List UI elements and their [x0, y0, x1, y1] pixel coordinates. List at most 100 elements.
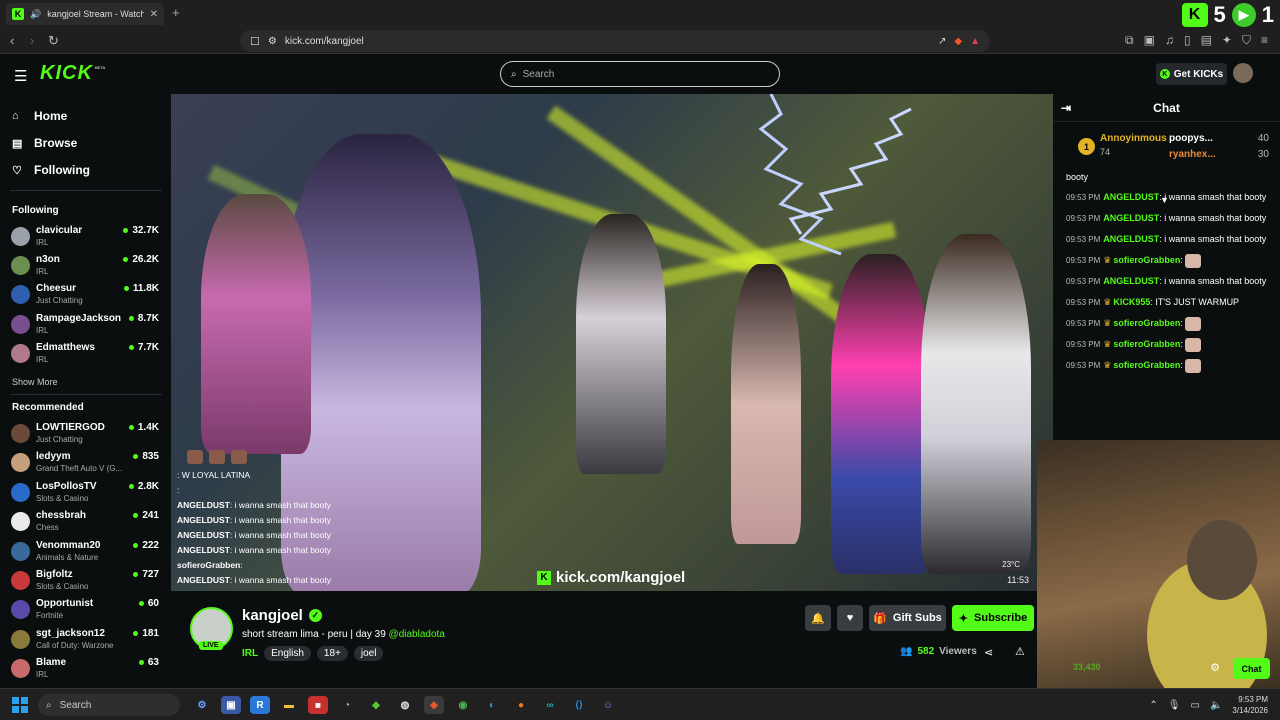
category-link[interactable]: IRL — [242, 648, 258, 659]
message-user[interactable]: sofieroGrabben — [1113, 318, 1180, 328]
leo-icon[interactable]: ✦ — [1222, 33, 1232, 48]
speaker-icon[interactable]: 🔊 — [30, 9, 41, 20]
sidebar-channel-clavicular[interactable]: clavicular IRL 32.7K — [11, 224, 161, 252]
music-icon[interactable]: ♫ — [1165, 33, 1174, 48]
extensions-icon[interactable]: ⧉ — [1125, 33, 1134, 48]
report-icon[interactable]: ⚠ — [1015, 645, 1025, 658]
tab-close-icon[interactable]: ✕ — [150, 9, 158, 20]
windows-start-icon[interactable] — [12, 697, 28, 713]
sidebar-channel-lospollostv[interactable]: LosPollosTV Slots & Casino 2.8K — [11, 480, 161, 508]
discord-icon[interactable]: ☺ — [598, 696, 618, 714]
search-bar[interactable]: ⌕ — [500, 61, 780, 87]
mention-link[interactable]: @diabladota — [389, 629, 445, 640]
tag-joel[interactable]: joel — [353, 646, 384, 661]
remote-icon[interactable]: R — [250, 696, 270, 714]
new-tab-button[interactable]: + — [172, 5, 180, 20]
app-icon[interactable]: ▦ — [308, 696, 328, 714]
app-icon[interactable]: ◍ — [395, 696, 415, 714]
leaderboard-row[interactable]: poopys... 40 — [1169, 133, 1269, 144]
leaderboard-top-name[interactable]: Annoyinmous — [1100, 133, 1167, 144]
nav-browse[interactable]: ▤ Browse — [12, 136, 77, 150]
message-user[interactable]: ANGELDUST — [1103, 234, 1159, 244]
message-user[interactable]: ANGELDUST — [1103, 213, 1159, 223]
message-user[interactable]: ANGELDUST — [1103, 276, 1159, 286]
leaderboard-row[interactable]: ryanhex... 30 — [1169, 149, 1269, 160]
gift-subs-button[interactable]: 🎁 Gift Subs — [869, 605, 946, 631]
get-kicks-button[interactable]: K Get KICKs — [1156, 63, 1227, 85]
chrome-icon[interactable]: ◉ — [453, 696, 473, 714]
show-more-link[interactable]: Show More — [12, 377, 58, 387]
media-icon[interactable]: ▣ — [1144, 33, 1155, 48]
tag-english[interactable]: English — [264, 646, 311, 661]
edge-icon[interactable]: ◐ — [482, 696, 502, 714]
sidebar-icon[interactable]: ▯ — [1184, 33, 1191, 48]
rewards-icon[interactable]: ▲ — [970, 36, 980, 47]
streamer-name[interactable]: kangjoel ✓ — [242, 607, 322, 624]
sidebar-channel-ledyym[interactable]: ledyym Grand Theft Auto V (G... 835 — [11, 450, 161, 478]
reload-icon[interactable]: ↻ — [48, 33, 59, 49]
vscode-icon[interactable]: ⟨⟩ — [569, 696, 589, 714]
chat-settings-icon[interactable]: ⚙ — [1210, 661, 1220, 674]
nav-following[interactable]: ♡ Following — [12, 163, 90, 177]
sidebar-channel-cheesur[interactable]: Cheesur Just Chatting 11.8K — [11, 282, 161, 310]
message-user[interactable]: sofieroGrabben — [1113, 360, 1180, 370]
nav-home[interactable]: ⌂ Home — [12, 109, 67, 123]
live-dot-icon — [138, 660, 144, 666]
collapse-chat-icon[interactable]: ⇥ — [1061, 101, 1071, 115]
wallet-icon[interactable]: ▤ — [1201, 33, 1212, 48]
taskbar-search[interactable]: ⌕ Search — [38, 694, 180, 716]
chat-send-button[interactable]: Chat — [1233, 658, 1270, 679]
widgets-icon[interactable]: ⚙ — [192, 696, 212, 714]
sidebar-channel-sgtjackson12[interactable]: sgt_jackson12 Call of Duty: Warzone 181 — [11, 627, 161, 655]
bookmark-icon[interactable]: ☐ — [250, 35, 260, 48]
share-icon[interactable]: ⋖ — [984, 646, 993, 659]
subscribe-button[interactable]: ✦ Subscribe — [952, 605, 1034, 631]
app-icon[interactable]: ◆ — [366, 696, 386, 714]
app-icon[interactable]: ∞ — [540, 696, 560, 714]
file-explorer-icon[interactable]: ▬ — [279, 696, 299, 714]
firefox-icon[interactable]: ● — [511, 696, 531, 714]
volume-icon[interactable]: 🔈 — [1210, 700, 1222, 711]
user-avatar[interactable] — [1233, 63, 1253, 83]
brave-icon[interactable]: ◈ — [424, 696, 444, 714]
sidebar-channel-chessbrah[interactable]: chessbrah Chess 241 — [11, 509, 161, 537]
notification-bell-button[interactable]: 🔔 — [805, 605, 831, 631]
message-user[interactable]: sofieroGrabben — [1113, 255, 1180, 265]
kick-logo[interactable]: KICK — [40, 62, 93, 85]
live-dot-icon — [133, 454, 139, 460]
message-user[interactable]: KICK955 — [1113, 297, 1150, 307]
chat-message: 09:53 PM ANGELDUST: i wanna smash that bo… — [1066, 274, 1267, 289]
sidebar-channel-lowtiergod[interactable]: LOWTIERGOD Just Chatting 1.4K — [11, 421, 161, 449]
search-input[interactable] — [522, 68, 723, 80]
message-user[interactable]: sofieroGrabben — [1113, 339, 1180, 349]
viewer-number: 11.8K — [132, 283, 159, 295]
site-info-icon[interactable]: ⚙ — [268, 36, 277, 47]
hamburger-menu-icon[interactable]: ☰ — [14, 67, 27, 85]
app-icon[interactable]: ◔ — [337, 696, 357, 714]
sidebar-channel-bigfoltz[interactable]: Bigfoltz Slots & Casino 727 — [11, 568, 161, 596]
share-page-icon[interactable]: ↗ — [938, 36, 946, 47]
forward-icon[interactable]: › — [30, 33, 34, 48]
network-icon[interactable]: ▭ — [1191, 700, 1200, 711]
url-text[interactable]: kick.com/kangjoel — [285, 36, 930, 47]
browser-tab[interactable]: K 🔊 kangjoel Stream - Watch Live ✕ — [6, 3, 164, 25]
tray-overflow-icon[interactable]: ⌃ — [1149, 700, 1157, 711]
sidebar-channel-venomman20[interactable]: Venomman20 Animals & Nature 222 — [11, 539, 161, 567]
tag-18plus[interactable]: 18+ — [316, 646, 348, 661]
taskbar-clock[interactable]: 9:53 PM 3/14/2026 — [1232, 694, 1268, 716]
address-bar[interactable]: ☐ ⚙ kick.com/kangjoel ↗ ◆ ▲ — [240, 30, 990, 52]
menu-icon[interactable]: ≡ — [1261, 33, 1268, 48]
back-icon[interactable]: ‹ — [10, 33, 14, 48]
brave-shield-icon[interactable]: ◆ — [954, 36, 962, 47]
vpn-icon[interactable]: ⛉ — [1242, 33, 1251, 48]
sidebar-channel-rampagejackson[interactable]: RampageJackson IRL 8.7K — [11, 312, 161, 340]
sidebar-channel-edmatthews[interactable]: Edmatthews IRL 7.7K — [11, 341, 161, 369]
sidebar-channel-n3on[interactable]: n3on IRL 26.2K — [11, 253, 161, 281]
app-icon[interactable]: ▣ — [221, 696, 241, 714]
video-player[interactable]: : W LOYAL LATINA: ANGELDUST: i wanna smas… — [171, 94, 1053, 591]
message-user[interactable]: ANGELDUST — [1103, 192, 1159, 202]
follow-button[interactable]: ♥ — [837, 605, 863, 631]
sidebar-channel-blame[interactable]: Blame IRL 63 — [11, 656, 161, 684]
sidebar-channel-opportunist[interactable]: Opportunist Fortnite 60 — [11, 597, 161, 625]
microphone-icon[interactable]: 🎙 — [1168, 700, 1181, 711]
